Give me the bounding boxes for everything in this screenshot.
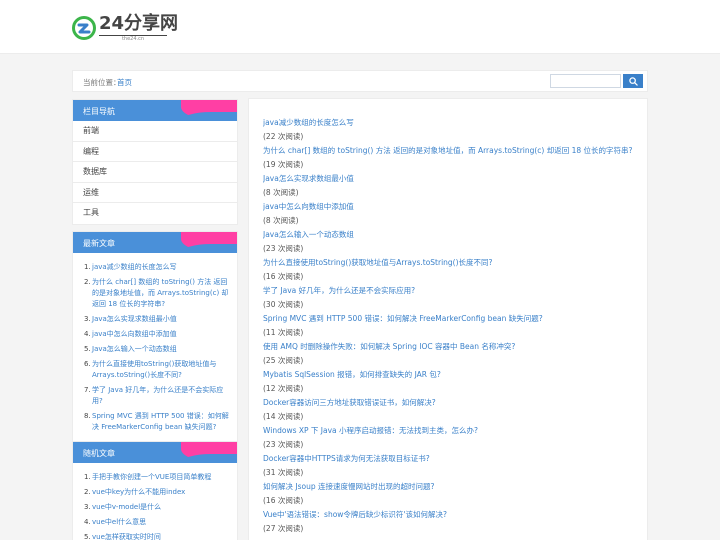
article-views: (27 次阅读) <box>263 524 304 533</box>
article-item: Java怎么实现求数组最小值 (8 次阅读) <box>263 173 639 201</box>
list-item[interactable]: 6. 为什么直接使用toString()获取地址值与Arrays.toString… <box>84 359 229 381</box>
site-logo[interactable]: 24分享网 the24.cn <box>72 12 178 44</box>
search-icon <box>628 77 638 86</box>
list-item[interactable]: 3. vue中v-model是什么 <box>84 502 229 513</box>
nav-item-frontend[interactable]: 前端 <box>73 121 237 142</box>
article-title-link[interactable]: Windows XP 下 Java 小程序启动报错：无法找到主类，怎么办? <box>263 425 639 437</box>
list-item[interactable]: 2. vue中key为什么不能用index <box>84 487 229 498</box>
panel-title: 随机文章 <box>83 449 115 458</box>
article-title-link[interactable]: Docker容器访问三方地址获取错误证书，如何解决? <box>263 397 639 409</box>
list-item[interactable]: 8. Spring MVC 遇到 HTTP 500 错误：如何解决 FreeMar… <box>84 411 229 433</box>
article-item: 为什么 char[] 数组的 toString() 方法 返回的是对象地址值，而… <box>263 145 639 173</box>
article-views: (23 次阅读) <box>263 244 304 253</box>
article-title-link[interactable]: Spring MVC 遇到 HTTP 500 错误：如何解决 FreeMarke… <box>263 313 639 325</box>
article-item: java减少数组的长度怎么写 (22 次阅读) <box>263 117 639 145</box>
panel-header: 栏目导航 <box>73 100 237 121</box>
article-item: 使用 AMQ 时删除操作失败：如何解决 Spring IOC 容器中 Bean … <box>263 341 639 369</box>
list-item[interactable]: 4. java中怎么向数组中添加值 <box>84 329 229 340</box>
list-item[interactable]: 3. Java怎么实现求数组最小值 <box>84 314 229 325</box>
list-item[interactable]: 4. vue中el什么意思 <box>84 517 229 528</box>
list-item[interactable]: 5. vue怎样获取实时时间 <box>84 532 229 540</box>
article-title-link[interactable]: Vue中'语法错误：show令牌后缺少标识符'该如何解决? <box>263 509 639 521</box>
panel-header: 最新文章 <box>73 232 237 253</box>
logo-subtext: the24.cn <box>99 34 167 42</box>
article-item: 学了 Java 好几年，为什么还是不会实际应用? (30 次阅读) <box>263 285 639 313</box>
nav-item-tools[interactable]: 工具 <box>73 203 237 224</box>
category-nav-list: 前端 编程 数据库 运维 工具 <box>73 121 237 224</box>
site-header: 24分享网 the24.cn <box>0 0 720 54</box>
article-item: Spring MVC 遇到 HTTP 500 错误：如何解决 FreeMarke… <box>263 313 639 341</box>
article-title-link[interactable]: 使用 AMQ 时删除操作失败：如何解决 Spring IOC 容器中 Bean … <box>263 341 639 353</box>
article-title-link[interactable]: 为什么直接使用toString()获取地址值与Arrays.toString()… <box>263 257 639 269</box>
article-list: java减少数组的长度怎么写 (22 次阅读) 为什么 char[] 数组的 to… <box>263 117 639 537</box>
list-item[interactable]: 1. 手把手教你创建一个VUE项目简单教程 <box>84 472 229 483</box>
nav-item-programming[interactable]: 编程 <box>73 142 237 162</box>
article-item: Java怎么输入一个动态数组 (23 次阅读) <box>263 229 639 257</box>
article-title-link[interactable]: java中怎么向数组中添加值 <box>263 201 639 213</box>
logo-text: 24分享网 <box>99 12 179 34</box>
list-item[interactable]: 5. Java怎么输入一个动态数组 <box>84 344 229 355</box>
breadcrumb-home-link[interactable]: 首页 <box>117 77 132 88</box>
article-title-link[interactable]: Docker容器中HTTPS请求为何无法获取目标证书? <box>263 453 639 465</box>
panel-header: 随机文章 <box>73 442 237 463</box>
category-nav-panel: 栏目导航 前端 编程 数据库 运维 工具 <box>72 99 238 225</box>
breadcrumb-label: 当前位置： <box>83 78 121 87</box>
article-views: (19 次阅读) <box>263 160 304 169</box>
list-item[interactable]: 2. 为什么 char[] 数组的 toString() 方法 返回的是对象地址值… <box>84 277 229 310</box>
panel-title: 最新文章 <box>83 239 115 248</box>
article-title-link[interactable]: Java怎么输入一个动态数组 <box>263 229 639 241</box>
logo-mark-icon <box>72 16 96 40</box>
article-title-link[interactable]: 如何解决 Jsoup 连接速度慢网站时出现的超时问题? <box>263 481 639 493</box>
random-articles-list: 1. 手把手教你创建一个VUE项目简单教程 2. vue中key为什么不能用inde… <box>73 463 237 540</box>
article-title-link[interactable]: 学了 Java 好几年，为什么还是不会实际应用? <box>263 285 639 297</box>
article-views: (23 次阅读) <box>263 440 304 449</box>
nav-item-database[interactable]: 数据库 <box>73 162 237 183</box>
panel-title: 栏目导航 <box>83 107 115 116</box>
article-title-link[interactable]: 为什么 char[] 数组的 toString() 方法 返回的是对象地址值，而… <box>263 145 639 157</box>
article-views: (22 次阅读) <box>263 132 304 141</box>
article-views: (25 次阅读) <box>263 356 304 365</box>
article-views: (31 次阅读) <box>263 468 304 477</box>
article-item: Docker容器访问三方地址获取错误证书，如何解决? (14 次阅读) <box>263 397 639 425</box>
article-item: Windows XP 下 Java 小程序启动报错：无法找到主类，怎么办? (23… <box>263 425 639 453</box>
list-item[interactable]: 7. 学了 Java 好几年，为什么还是不会实际应用? <box>84 385 229 407</box>
article-item: Vue中'语法错误：show令牌后缺少标识符'该如何解决? (27 次阅读) <box>263 509 639 537</box>
article-views: (11 次阅读) <box>263 328 304 337</box>
list-item[interactable]: 1. java减少数组的长度怎么写 <box>84 262 229 273</box>
article-item: Docker容器中HTTPS请求为何无法获取目标证书? (31 次阅读) <box>263 453 639 481</box>
article-title-link[interactable]: java减少数组的长度怎么写 <box>263 117 639 129</box>
article-item: 为什么直接使用toString()获取地址值与Arrays.toString()… <box>263 257 639 285</box>
article-views: (14 次阅读) <box>263 412 304 421</box>
article-views: (8 次阅读) <box>263 188 299 197</box>
article-title-link[interactable]: Java怎么实现求数组最小值 <box>263 173 639 185</box>
article-views: (8 次阅读) <box>263 216 299 225</box>
breadcrumb-bar: 当前位置： 首页 <box>72 70 648 92</box>
search-input[interactable] <box>550 74 621 88</box>
random-articles-panel: 随机文章 1. 手把手教你创建一个VUE项目简单教程 2. vue中key为什么不能… <box>72 441 238 540</box>
article-item: Mybatis SqlSession 报错，如何排查缺失的 JAR 包? (12 … <box>263 369 639 397</box>
latest-articles-list: 1. java减少数组的长度怎么写 2. 为什么 char[] 数组的 toStri… <box>73 253 237 443</box>
article-views: (30 次阅读) <box>263 300 304 309</box>
article-list-panel: java减少数组的长度怎么写 (22 次阅读) 为什么 char[] 数组的 to… <box>248 98 648 540</box>
article-views: (16 次阅读) <box>263 496 304 505</box>
article-item: java中怎么向数组中添加值 (8 次阅读) <box>263 201 639 229</box>
latest-articles-panel: 最新文章 1. java减少数组的长度怎么写 2. 为什么 char[] 数组的 t… <box>72 231 238 444</box>
article-views: (12 次阅读) <box>263 384 304 393</box>
article-views: (16 次阅读) <box>263 272 304 281</box>
search-button[interactable] <box>623 74 643 88</box>
article-title-link[interactable]: Mybatis SqlSession 报错，如何排查缺失的 JAR 包? <box>263 369 639 381</box>
nav-item-ops[interactable]: 运维 <box>73 183 237 203</box>
article-item: 如何解决 Jsoup 连接速度慢网站时出现的超时问题? (16 次阅读) <box>263 481 639 509</box>
